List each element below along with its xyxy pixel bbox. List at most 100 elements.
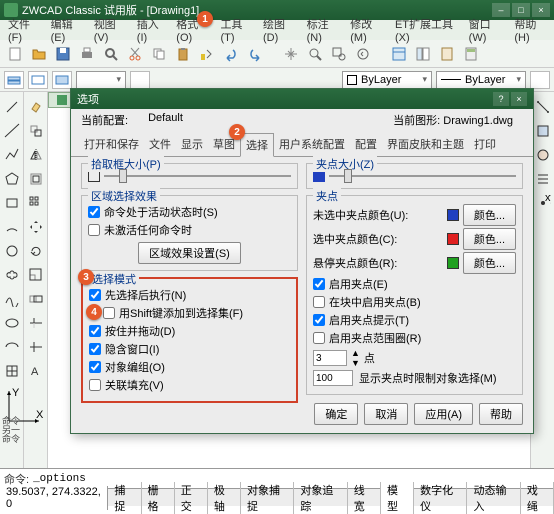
layer-btn1[interactable] bbox=[4, 71, 24, 89]
chk-active-cmd[interactable]: 命令处于活动状态时(S) bbox=[88, 204, 291, 220]
stretch-icon[interactable] bbox=[25, 288, 47, 310]
revcloud-icon[interactable] bbox=[1, 264, 23, 286]
insert-icon[interactable] bbox=[1, 360, 23, 382]
seleffect-title: 区域选择效果 bbox=[88, 188, 160, 204]
tab-profiles[interactable]: 配置 bbox=[350, 133, 382, 156]
circle-icon[interactable] bbox=[1, 240, 23, 262]
digitizer-toggle[interactable]: 数字化仪 bbox=[414, 482, 467, 514]
menu-view[interactable]: 视图(V) bbox=[88, 14, 131, 46]
hovercolor-swatch bbox=[447, 257, 459, 269]
lasso-toggle[interactable]: 戏绳 bbox=[521, 482, 554, 514]
hovercolor-button[interactable]: 颜色... bbox=[463, 252, 516, 274]
layer-btn4[interactable] bbox=[130, 71, 150, 89]
color-select[interactable]: ByLayer bbox=[342, 71, 432, 89]
pickbox-slider[interactable] bbox=[88, 170, 291, 182]
snap-toggle[interactable]: 捕捉 bbox=[108, 482, 141, 514]
chk-no-cmd[interactable]: 未激活任何命令时 bbox=[88, 222, 291, 238]
erase-icon[interactable] bbox=[25, 96, 47, 118]
help-button[interactable]: 帮助 bbox=[479, 403, 523, 425]
xline-icon[interactable] bbox=[1, 120, 23, 142]
selcolor-button[interactable]: 颜色... bbox=[463, 228, 516, 250]
svg-text:Y: Y bbox=[12, 387, 20, 399]
chk-enable-grips[interactable]: 启用夹点(E) bbox=[313, 276, 516, 292]
chk-press-drag[interactable]: 按住并拖动(D) bbox=[89, 323, 290, 339]
chk-assoc-hatch[interactable]: 关联填充(V) bbox=[89, 377, 290, 393]
ellipsearc-icon[interactable] bbox=[1, 336, 23, 358]
menu-file[interactable]: 文件(F) bbox=[2, 14, 45, 46]
offset-icon[interactable] bbox=[25, 168, 47, 190]
menu-window[interactable]: 窗口(W) bbox=[463, 14, 509, 46]
model-tab[interactable]: 模型 bbox=[381, 482, 414, 514]
rotate-icon[interactable] bbox=[25, 240, 47, 262]
scale-icon[interactable] bbox=[25, 264, 47, 286]
lwt-toggle[interactable]: 线宽 bbox=[348, 482, 381, 514]
tab-display[interactable]: 显示 bbox=[176, 133, 208, 156]
rectangle-icon[interactable] bbox=[1, 192, 23, 214]
grid-toggle[interactable]: 栅格 bbox=[142, 482, 175, 514]
otrack-toggle[interactable]: 对象追踪 bbox=[294, 482, 347, 514]
ellipse-icon[interactable] bbox=[1, 312, 23, 334]
menu-edit[interactable]: 编辑(E) bbox=[45, 14, 88, 46]
move-icon[interactable] bbox=[25, 216, 47, 238]
ortho-toggle[interactable]: 正交 bbox=[175, 482, 208, 514]
cancel-button[interactable]: 取消 bbox=[364, 403, 408, 425]
list-icon[interactable] bbox=[532, 168, 554, 190]
dist-icon[interactable] bbox=[532, 96, 554, 118]
id-icon[interactable]: xy bbox=[532, 192, 554, 214]
spline-icon[interactable] bbox=[1, 288, 23, 310]
text-icon[interactable]: A bbox=[25, 360, 47, 382]
unselcolor-button[interactable]: 颜色... bbox=[463, 204, 516, 226]
line-icon[interactable] bbox=[1, 96, 23, 118]
chk-grips-blocks[interactable]: 在块中启用夹点(B) bbox=[313, 294, 516, 310]
tab-opensave[interactable]: 打开和保存 bbox=[79, 133, 144, 156]
menu-draw[interactable]: 绘图(D) bbox=[257, 14, 301, 46]
range-spinner[interactable] bbox=[313, 350, 347, 366]
region-effect-button[interactable]: 区域效果设置(S) bbox=[138, 242, 241, 264]
ok-button[interactable]: 确定 bbox=[314, 403, 358, 425]
osnap-toggle[interactable]: 对象捕捉 bbox=[241, 482, 294, 514]
layer-btn3[interactable] bbox=[52, 71, 72, 89]
tab-selection[interactable]: 选择 bbox=[240, 133, 274, 157]
trim-icon[interactable] bbox=[25, 312, 47, 334]
extend-icon[interactable] bbox=[25, 336, 47, 358]
chk-shift-add[interactable]: 用Shift键添加到选择集(F) bbox=[103, 305, 290, 321]
layer-btn2[interactable] bbox=[28, 71, 48, 89]
menu-help[interactable]: 帮助(H) bbox=[508, 14, 552, 46]
polygon-icon[interactable] bbox=[1, 168, 23, 190]
tab-print[interactable]: 打印 bbox=[469, 133, 501, 156]
menu-et[interactable]: ET扩展工具(X) bbox=[389, 14, 463, 46]
polar-toggle[interactable]: 极轴 bbox=[208, 482, 241, 514]
array-icon[interactable] bbox=[25, 192, 47, 214]
ltype-btn[interactable] bbox=[530, 71, 550, 89]
layer-select[interactable] bbox=[76, 71, 126, 89]
dialog-help-button[interactable]: ? bbox=[493, 92, 509, 106]
area-icon[interactable] bbox=[532, 120, 554, 142]
marker-2: 2 bbox=[229, 124, 245, 140]
copyobj-icon[interactable] bbox=[25, 120, 47, 142]
dyn-toggle[interactable]: 动态输入 bbox=[467, 482, 520, 514]
gripsize-slider[interactable] bbox=[313, 170, 516, 182]
region-icon[interactable] bbox=[532, 144, 554, 166]
menu-modify[interactable]: 修改(M) bbox=[344, 14, 389, 46]
menu-tools[interactable]: 工具(T) bbox=[214, 14, 257, 46]
cmd-history: 命令另一命令 bbox=[2, 417, 20, 444]
griplimit-label: 显示夹点时限制对象选择(M) bbox=[359, 370, 497, 386]
chk-object-group[interactable]: 对象编组(O) bbox=[89, 359, 290, 375]
menu-dimension[interactable]: 标注(N) bbox=[301, 14, 345, 46]
apply-button[interactable]: 应用(A) bbox=[414, 403, 473, 425]
tab-skin[interactable]: 界面皮肤和主题 bbox=[382, 133, 469, 156]
chk-grip-range[interactable]: 启用夹点范围圈(R) bbox=[313, 330, 516, 346]
dialog-close-button[interactable]: × bbox=[511, 92, 527, 106]
menu-insert[interactable]: 插入(I) bbox=[131, 14, 170, 46]
chk-implied-window[interactable]: 隐含窗口(I) bbox=[89, 341, 290, 357]
tab-files[interactable]: 文件 bbox=[144, 133, 176, 156]
chk-grip-tips[interactable]: 启用夹点提示(T) bbox=[313, 312, 516, 328]
tab-user[interactable]: 用户系统配置 bbox=[274, 133, 350, 156]
menubar: 文件(F) 编辑(E) 视图(V) 插入(I) 格式(O) 工具(T) 绘图(D… bbox=[0, 20, 554, 40]
linetype-select[interactable]: ByLayer bbox=[436, 71, 526, 89]
chk-noun-verb[interactable]: 先选择后执行(N) bbox=[89, 287, 290, 303]
griplimit-input[interactable] bbox=[313, 370, 353, 386]
mirror-icon[interactable] bbox=[25, 144, 47, 166]
pline-icon[interactable] bbox=[1, 144, 23, 166]
arc-icon[interactable] bbox=[1, 216, 23, 238]
